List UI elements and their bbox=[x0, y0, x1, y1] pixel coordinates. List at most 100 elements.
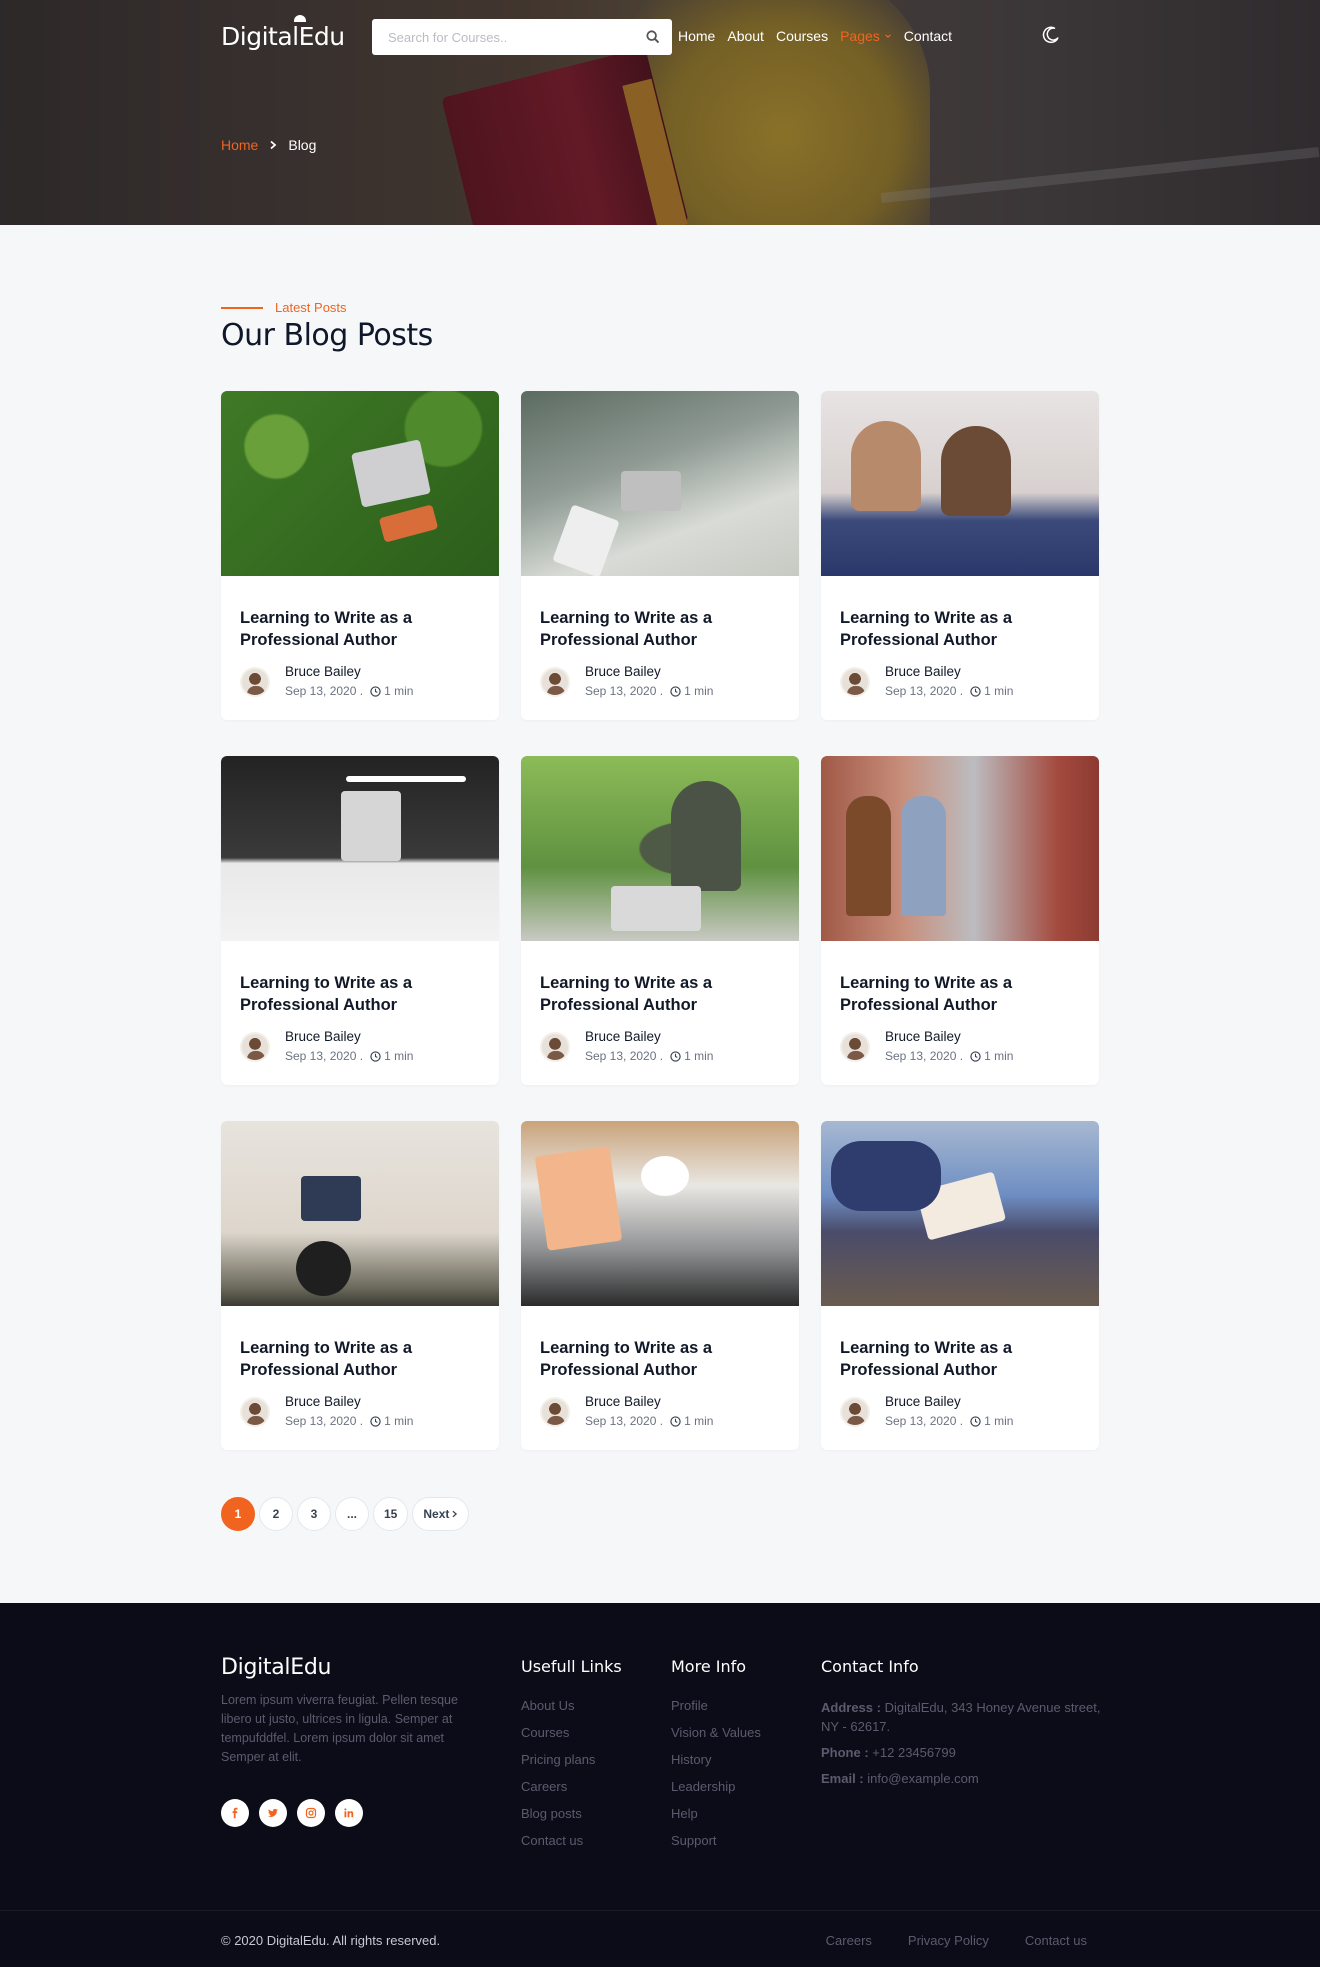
footer-more-info: More Info Profile Vision & Values Histor… bbox=[671, 1657, 761, 1860]
blog-card-image[interactable] bbox=[221, 756, 499, 941]
blog-card-title[interactable]: Learning to Write as a Professional Auth… bbox=[540, 1337, 780, 1381]
footer-link-courses[interactable]: Courses bbox=[521, 1725, 622, 1741]
post-meta: Sep 13, 2020 . 1 min bbox=[585, 1414, 713, 1428]
footer-link-about-us[interactable]: About Us bbox=[521, 1698, 622, 1714]
page-button-3[interactable]: 3 bbox=[297, 1497, 331, 1531]
footer-link-history[interactable]: History bbox=[671, 1752, 761, 1768]
author-name[interactable]: Bruce Bailey bbox=[885, 664, 961, 679]
blog-card[interactable]: Learning to Write as a Professional Auth… bbox=[221, 1121, 499, 1450]
post-read-time: 1 min bbox=[984, 1414, 1014, 1428]
blog-card-image[interactable] bbox=[221, 1121, 499, 1306]
post-meta: Sep 13, 2020 . 1 min bbox=[885, 1414, 1013, 1428]
moon-icon[interactable] bbox=[1041, 25, 1061, 45]
page-button-1[interactable]: 1 bbox=[221, 1497, 255, 1531]
post-read-time: 1 min bbox=[384, 1049, 414, 1063]
nav-about[interactable]: About bbox=[727, 28, 764, 44]
blog-card-title[interactable]: Learning to Write as a Professional Auth… bbox=[240, 972, 480, 1016]
nav-pages[interactable]: Pages bbox=[840, 28, 892, 44]
author-avatar bbox=[240, 1032, 270, 1062]
main-nav: Home About Courses Pages Contact bbox=[678, 28, 964, 44]
footer-link-help[interactable]: Help bbox=[671, 1806, 761, 1822]
site-logo[interactable]: DigitalEdu bbox=[221, 22, 345, 51]
footer-link-leadership[interactable]: Leadership bbox=[671, 1779, 761, 1795]
footer-bottom-privacy-policy[interactable]: Privacy Policy bbox=[908, 1933, 989, 1948]
blog-card-title[interactable]: Learning to Write as a Professional Auth… bbox=[840, 972, 1080, 1016]
twitter-icon[interactable] bbox=[259, 1799, 287, 1827]
blog-card-image[interactable] bbox=[821, 1121, 1099, 1306]
blog-card[interactable]: Learning to Write as a Professional Auth… bbox=[521, 756, 799, 1085]
blog-card-image[interactable] bbox=[821, 756, 1099, 941]
nav-home[interactable]: Home bbox=[678, 28, 715, 44]
clock-icon bbox=[370, 1415, 381, 1427]
footer-link-contact-us[interactable]: Contact us bbox=[521, 1833, 622, 1849]
author-name[interactable]: Bruce Bailey bbox=[885, 1029, 961, 1044]
footer-link-pricing-plans[interactable]: Pricing plans bbox=[521, 1752, 622, 1768]
footer-link-support[interactable]: Support bbox=[671, 1833, 761, 1849]
author-name[interactable]: Bruce Bailey bbox=[285, 1394, 361, 1409]
author-avatar bbox=[840, 1397, 870, 1427]
email-value[interactable]: info@example.com bbox=[867, 1771, 978, 1786]
author-name[interactable]: Bruce Bailey bbox=[585, 1029, 661, 1044]
blog-card-image[interactable] bbox=[521, 756, 799, 941]
blog-card[interactable]: Learning to Write as a Professional Auth… bbox=[521, 391, 799, 720]
post-meta: Sep 13, 2020 . 1 min bbox=[285, 1414, 413, 1428]
author-name[interactable]: Bruce Bailey bbox=[585, 1394, 661, 1409]
footer-useful-links-heading: Usefull Links bbox=[521, 1657, 622, 1676]
blog-card[interactable]: Learning to Write as a Professional Auth… bbox=[821, 391, 1099, 720]
next-page-button[interactable]: Next bbox=[412, 1497, 470, 1531]
navbar: DigitalEdu Home About Courses Pages Cont… bbox=[0, 0, 1320, 75]
footer-link-vision-values[interactable]: Vision & Values bbox=[671, 1725, 761, 1741]
footer-bottom-contact-us[interactable]: Contact us bbox=[1025, 1933, 1087, 1948]
blog-card[interactable]: Learning to Write as a Professional Auth… bbox=[821, 1121, 1099, 1450]
blog-card-image[interactable] bbox=[521, 391, 799, 576]
clock-icon bbox=[370, 1050, 381, 1062]
post-date: Sep 13, 2020 . bbox=[585, 1414, 664, 1428]
blog-card[interactable]: Learning to Write as a Professional Auth… bbox=[221, 756, 499, 1085]
facebook-icon[interactable] bbox=[221, 1799, 249, 1827]
search-input[interactable] bbox=[372, 19, 632, 55]
blog-card-title[interactable]: Learning to Write as a Professional Auth… bbox=[240, 1337, 480, 1381]
nav-courses[interactable]: Courses bbox=[776, 28, 828, 44]
footer-logo[interactable]: DigitalEdu bbox=[221, 1655, 331, 1680]
post-date: Sep 13, 2020 . bbox=[585, 1049, 664, 1063]
next-page-label: Next bbox=[423, 1507, 450, 1521]
blog-card[interactable]: Learning to Write as a Professional Auth… bbox=[521, 1121, 799, 1450]
author-name[interactable]: Bruce Bailey bbox=[885, 1394, 961, 1409]
page-button-2[interactable]: 2 bbox=[259, 1497, 293, 1531]
blog-card-title[interactable]: Learning to Write as a Professional Auth… bbox=[540, 607, 780, 651]
blog-card-title[interactable]: Learning to Write as a Professional Auth… bbox=[840, 607, 1080, 651]
post-meta: Sep 13, 2020 . 1 min bbox=[285, 1049, 413, 1063]
phone-value[interactable]: +12 23456799 bbox=[872, 1745, 956, 1760]
blog-card[interactable]: Learning to Write as a Professional Auth… bbox=[821, 756, 1099, 1085]
footer-link-careers[interactable]: Careers bbox=[521, 1779, 622, 1795]
phone-label: Phone : bbox=[821, 1745, 869, 1760]
footer-description: Lorem ipsum viverra feugiat. Pellen tesq… bbox=[221, 1693, 458, 1764]
clock-icon bbox=[970, 1415, 981, 1427]
blog-card-image[interactable] bbox=[521, 1121, 799, 1306]
blog-card-title[interactable]: Learning to Write as a Professional Auth… bbox=[540, 972, 780, 1016]
author-avatar bbox=[540, 667, 570, 697]
post-meta: Sep 13, 2020 . 1 min bbox=[885, 1049, 1013, 1063]
logo-mark bbox=[294, 15, 306, 22]
page-button-15[interactable]: 15 bbox=[373, 1497, 409, 1531]
blog-card-title[interactable]: Learning to Write as a Professional Auth… bbox=[240, 607, 480, 651]
blog-card-image[interactable] bbox=[221, 391, 499, 576]
instagram-icon[interactable] bbox=[297, 1799, 325, 1827]
footer-link-profile[interactable]: Profile bbox=[671, 1698, 761, 1714]
footer-bottom-careers[interactable]: Careers bbox=[826, 1933, 872, 1948]
breadcrumb-home[interactable]: Home bbox=[221, 137, 258, 153]
blog-card-image[interactable] bbox=[821, 391, 1099, 576]
page-title: Our Blog Posts bbox=[221, 318, 433, 353]
post-meta: Sep 13, 2020 . 1 min bbox=[585, 684, 713, 698]
nav-contact[interactable]: Contact bbox=[904, 28, 952, 44]
post-date: Sep 13, 2020 . bbox=[285, 1049, 364, 1063]
search-icon[interactable] bbox=[644, 28, 662, 46]
blog-card-title[interactable]: Learning to Write as a Professional Auth… bbox=[840, 1337, 1080, 1381]
breadcrumb: Home Blog bbox=[221, 137, 316, 153]
author-name[interactable]: Bruce Bailey bbox=[285, 1029, 361, 1044]
author-name[interactable]: Bruce Bailey bbox=[285, 664, 361, 679]
author-name[interactable]: Bruce Bailey bbox=[585, 664, 661, 679]
blog-card[interactable]: Learning to Write as a Professional Auth… bbox=[221, 391, 499, 720]
linkedin-icon[interactable] bbox=[335, 1799, 363, 1827]
footer-link-blog-posts[interactable]: Blog posts bbox=[521, 1806, 622, 1822]
